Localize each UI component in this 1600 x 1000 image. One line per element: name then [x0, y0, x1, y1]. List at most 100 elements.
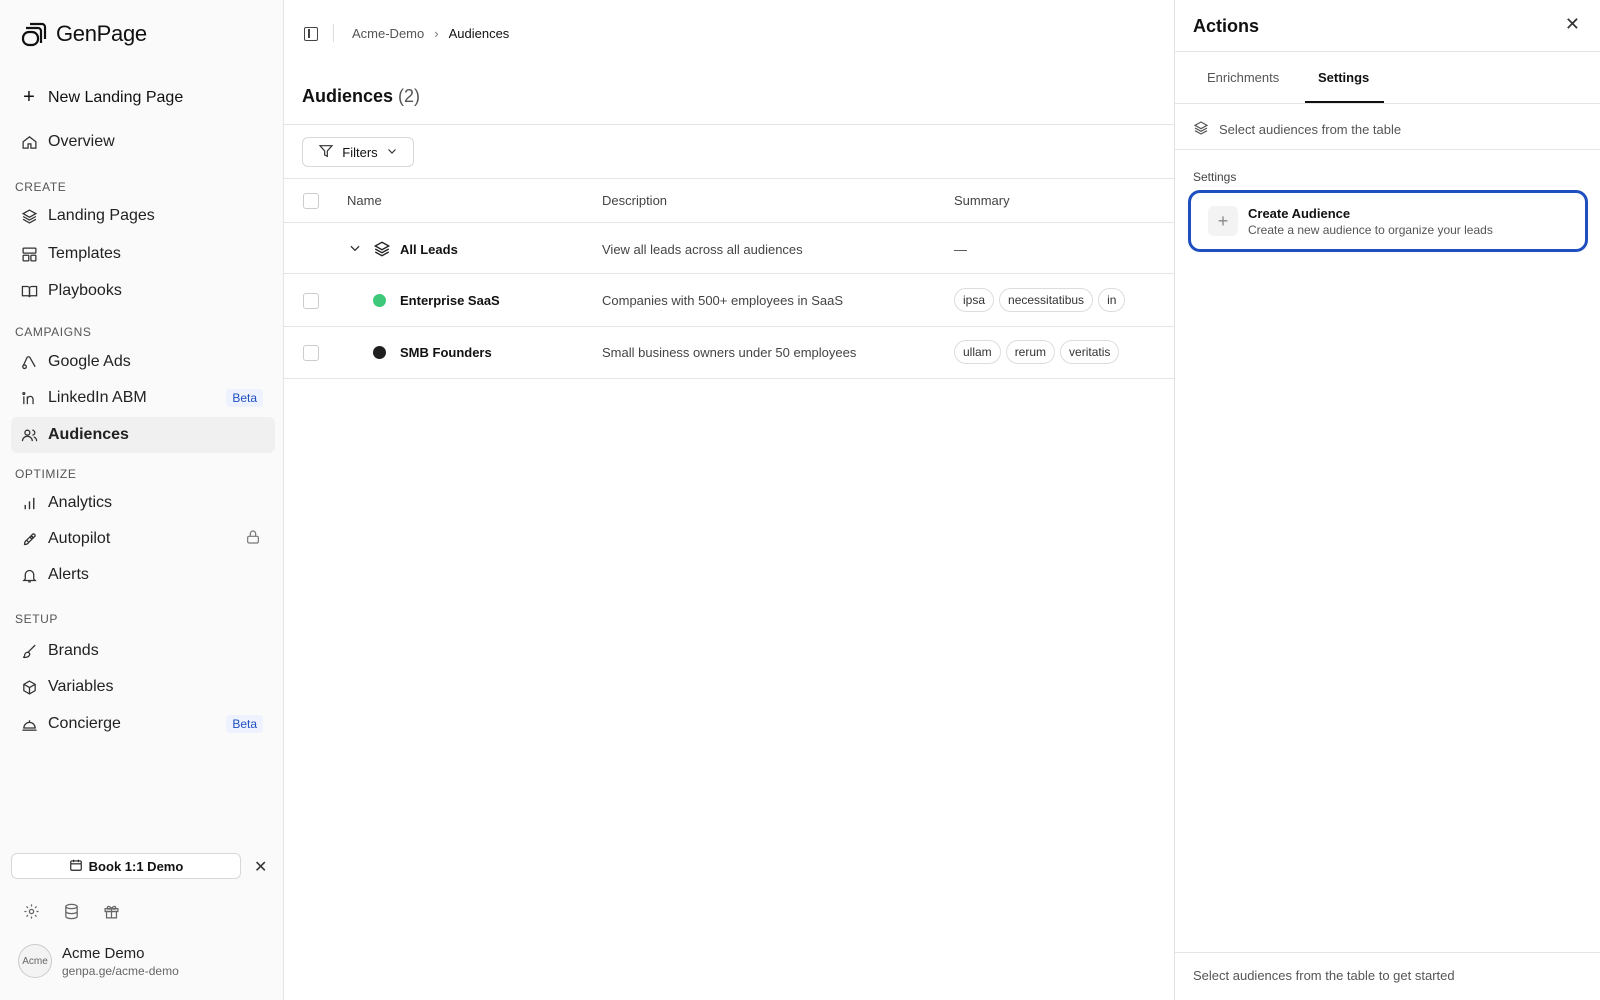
sidebar-item-autopilot[interactable]: Autopilot: [11, 521, 275, 557]
close-demo-icon[interactable]: ✕: [254, 857, 267, 877]
sidebar-toggle-icon[interactable]: [304, 27, 318, 41]
sidebar-item-overview[interactable]: Overview: [11, 124, 275, 160]
sidebar-item-playbooks[interactable]: Playbooks: [11, 273, 275, 309]
row-checkbox[interactable]: [303, 293, 319, 309]
sidebar: GenPage + New Landing Page Overview CREA…: [0, 0, 284, 1000]
row-checkbox[interactable]: [303, 345, 319, 361]
linkedin-icon: [20, 389, 38, 407]
genpage-logo-icon: [20, 20, 48, 48]
selection-hint: Select audiences from the table: [1193, 120, 1401, 139]
layers-icon: [373, 240, 391, 261]
sidebar-item-label: Google Ads: [48, 353, 131, 370]
template-icon: [20, 245, 38, 263]
user-profile[interactable]: Acme Acme Demo genpa.ge/acme-demo: [18, 944, 179, 978]
brand-name: GenPage: [56, 21, 147, 46]
audience-color-dot: [373, 294, 386, 307]
sidebar-item-label: Alerts: [48, 566, 89, 583]
chevron-down-icon[interactable]: [348, 241, 362, 258]
audience-name: SMB Founders: [400, 345, 492, 360]
sidebar-item-alerts[interactable]: Alerts: [11, 557, 275, 593]
sidebar-item-google-ads[interactable]: Google Ads: [11, 344, 275, 380]
breadcrumb-workspace[interactable]: Acme-Demo: [352, 26, 424, 41]
users-icon: [20, 426, 38, 444]
filters-label: Filters: [342, 144, 378, 160]
column-header-description[interactable]: Description: [602, 193, 667, 208]
sidebar-item-linkedin-abm[interactable]: LinkedIn ABM Beta: [11, 380, 275, 416]
tab-enrichments[interactable]: Enrichments: [1207, 70, 1279, 85]
settings-section-label: Settings: [1193, 170, 1237, 184]
page-title-text: Audiences: [302, 86, 394, 106]
tag: ipsa: [954, 288, 995, 312]
audience-count: (2): [398, 86, 421, 106]
table-row[interactable]: Enterprise SaaS Companies with 500+ empl…: [284, 275, 1174, 327]
sidebar-item-audiences[interactable]: Audiences: [11, 417, 275, 453]
tab-settings[interactable]: Settings: [1318, 70, 1369, 85]
panel-title: Actions: [1193, 16, 1260, 36]
beta-badge: Beta: [226, 715, 263, 733]
sidebar-item-variables[interactable]: Variables: [11, 669, 275, 705]
chevron-right-icon: ›: [434, 26, 439, 41]
filters-button[interactable]: Filters: [302, 137, 414, 167]
plus-icon: +: [1208, 206, 1238, 236]
new-landing-page-button[interactable]: + New Landing Page: [20, 86, 183, 109]
sidebar-item-label: Playbooks: [48, 282, 122, 299]
tag: veritatis: [1060, 340, 1120, 364]
selection-hint-text: Select audiences from the table: [1219, 122, 1402, 137]
sidebar-item-analytics[interactable]: Analytics: [11, 485, 275, 521]
audience-color-dot: [373, 346, 386, 359]
breadcrumb-current: Audiences: [448, 26, 510, 41]
divider: [1175, 149, 1600, 150]
section-label-campaigns: CAMPAIGNS: [15, 325, 92, 339]
audience-description: Small business owners under 50 employees: [602, 345, 857, 360]
close-icon[interactable]: ✕: [1565, 14, 1580, 35]
tag: ullam: [954, 340, 1001, 364]
new-landing-page-label: New Landing Page: [48, 88, 184, 106]
summary-tags: ipsa necessitatibus in: [954, 288, 1126, 312]
gear-icon[interactable]: [22, 902, 40, 920]
lock-icon: [245, 529, 261, 550]
panel-footer-hint: Select audiences from the table to get s…: [1193, 968, 1455, 983]
tag: in: [1098, 288, 1126, 312]
sidebar-item-label: Autopilot: [48, 530, 111, 547]
bell-icon: [20, 566, 38, 584]
database-icon[interactable]: [62, 902, 80, 920]
table-row[interactable]: SMB Founders Small business owners under…: [284, 327, 1174, 379]
sidebar-item-label: Concierge: [48, 715, 121, 732]
group-name: All Leads: [400, 242, 458, 257]
sidebar-item-brands[interactable]: Brands: [11, 633, 275, 669]
select-all-checkbox[interactable]: [303, 193, 319, 209]
calendar-icon: [69, 858, 83, 875]
chevron-down-icon: [386, 145, 398, 160]
page-title: Audiences (2): [302, 86, 420, 107]
section-label-setup: SETUP: [15, 612, 59, 626]
table-row-group[interactable]: All Leads View all leads across all audi…: [284, 224, 1174, 274]
divider: [284, 124, 1174, 125]
create-audience-title: Create Audience: [1248, 205, 1351, 221]
main-content: Acme-Demo › Audiences Audiences (2) Filt…: [284, 0, 1174, 1000]
sidebar-item-templates[interactable]: Templates: [11, 236, 275, 272]
brush-icon: [20, 642, 38, 660]
sidebar-item-landing-pages[interactable]: Landing Pages: [11, 198, 275, 234]
layers-icon: [1193, 120, 1209, 139]
home-icon: [20, 133, 38, 151]
divider: [1175, 952, 1600, 953]
sidebar-item-label: Overview: [48, 133, 115, 150]
divider: [333, 24, 334, 42]
column-header-summary[interactable]: Summary: [954, 193, 1010, 208]
brand-logo[interactable]: GenPage: [20, 20, 147, 48]
utility-icons: [22, 902, 120, 920]
group-description: View all leads across all audiences: [602, 242, 803, 257]
avatar: Acme: [18, 944, 52, 978]
create-audience-button[interactable]: + Create Audience Create a new audience …: [1188, 190, 1588, 252]
user-url: genpa.ge/acme-demo: [62, 963, 179, 978]
book-demo-label: Book 1:1 Demo: [88, 858, 184, 874]
gift-icon[interactable]: [102, 902, 120, 920]
breadcrumb: Acme-Demo › Audiences: [352, 26, 509, 41]
column-header-name[interactable]: Name: [347, 193, 382, 208]
sidebar-item-concierge[interactable]: Concierge Beta: [11, 706, 275, 742]
sidebar-item-label: LinkedIn ABM: [48, 389, 147, 406]
sidebar-item-label: Landing Pages: [48, 207, 155, 224]
book-open-icon: [20, 282, 38, 300]
actions-panel: Actions ✕ Enrichments Settings Select au…: [1174, 0, 1600, 1000]
book-demo-button[interactable]: Book 1:1 Demo: [11, 853, 241, 879]
